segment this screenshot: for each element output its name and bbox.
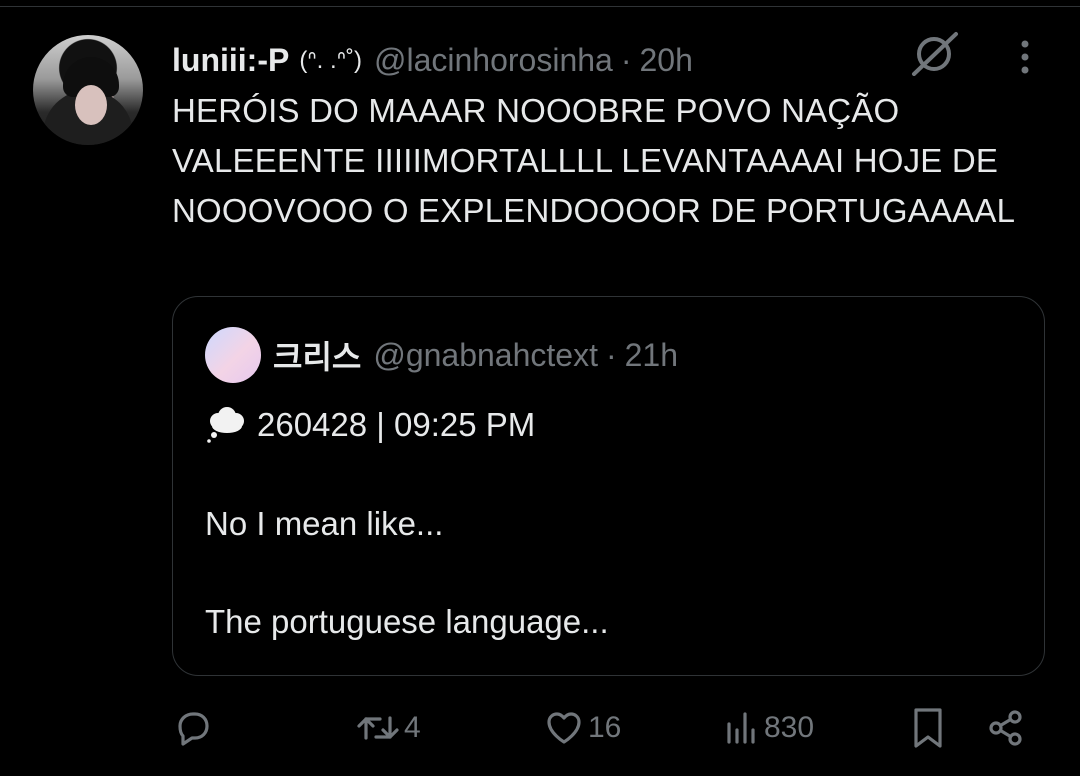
share-icon (989, 710, 1022, 746)
bookmark-button[interactable] (910, 700, 946, 756)
header-separator: · (620, 41, 632, 78)
quoted-author-avatar[interactable] (205, 327, 261, 383)
grok-icon[interactable] (908, 30, 960, 76)
author-avatar[interactable] (33, 35, 143, 145)
retweet-button[interactable]: 4 (356, 700, 421, 756)
quoted-tweet-time: 21h (624, 336, 679, 373)
views-icon (727, 712, 755, 744)
quoted-line-timestamp-text: 260428 | 09:25 PM (257, 406, 536, 443)
bookmark-icon (914, 708, 942, 748)
share-button[interactable] (986, 700, 1026, 756)
more-icon[interactable] (1010, 38, 1040, 78)
reply-button[interactable] (172, 700, 216, 756)
like-count: 16 (588, 711, 622, 744)
top-divider (0, 6, 1080, 7)
quoted-line-2: No I mean like... (205, 505, 444, 542)
quoted-header-separator: · (605, 336, 617, 373)
quoted-author-handle: @gnabnahctext (373, 336, 598, 373)
quoted-tweet-header: 크리스 @gnabnahctext · 21h (273, 335, 679, 376)
tweet-time[interactable]: 20h (639, 42, 692, 79)
views-count: 830 (764, 711, 815, 744)
retweet-icon (357, 716, 399, 740)
retweet-count: 4 (404, 711, 421, 744)
views-button[interactable]: 830 (724, 700, 814, 756)
like-icon (547, 712, 581, 744)
reply-icon (178, 712, 209, 746)
author-handle[interactable]: @lacinhorosinha (374, 42, 613, 79)
quoted-line-3: The portuguese language... (205, 603, 609, 640)
like-button[interactable]: 16 (544, 700, 621, 756)
tweet-header: luniii:-P (ᐢ. .ᐢ˚) @lacinhorosinha · 20h (172, 40, 693, 80)
author-emote: (ᐢ. .ᐢ˚) (299, 46, 362, 74)
quoted-tweet[interactable]: 크리스 @gnabnahctext · 21h 260428 | 09:25 P… (172, 296, 1045, 676)
quoted-line-timestamp: 260428 | 09:25 PM (205, 405, 535, 445)
quoted-author-name: 크리스 (273, 339, 362, 375)
tweet-text: HERÓIS DO MAAAR NOOOBRE POVO NAÇÃO VALEE… (172, 92, 1016, 229)
author-name[interactable]: luniii:-P (172, 42, 289, 79)
thought-cloud-icon (207, 407, 244, 443)
avatar-face (75, 85, 107, 125)
action-bar: 4 16 830 (172, 700, 1052, 756)
